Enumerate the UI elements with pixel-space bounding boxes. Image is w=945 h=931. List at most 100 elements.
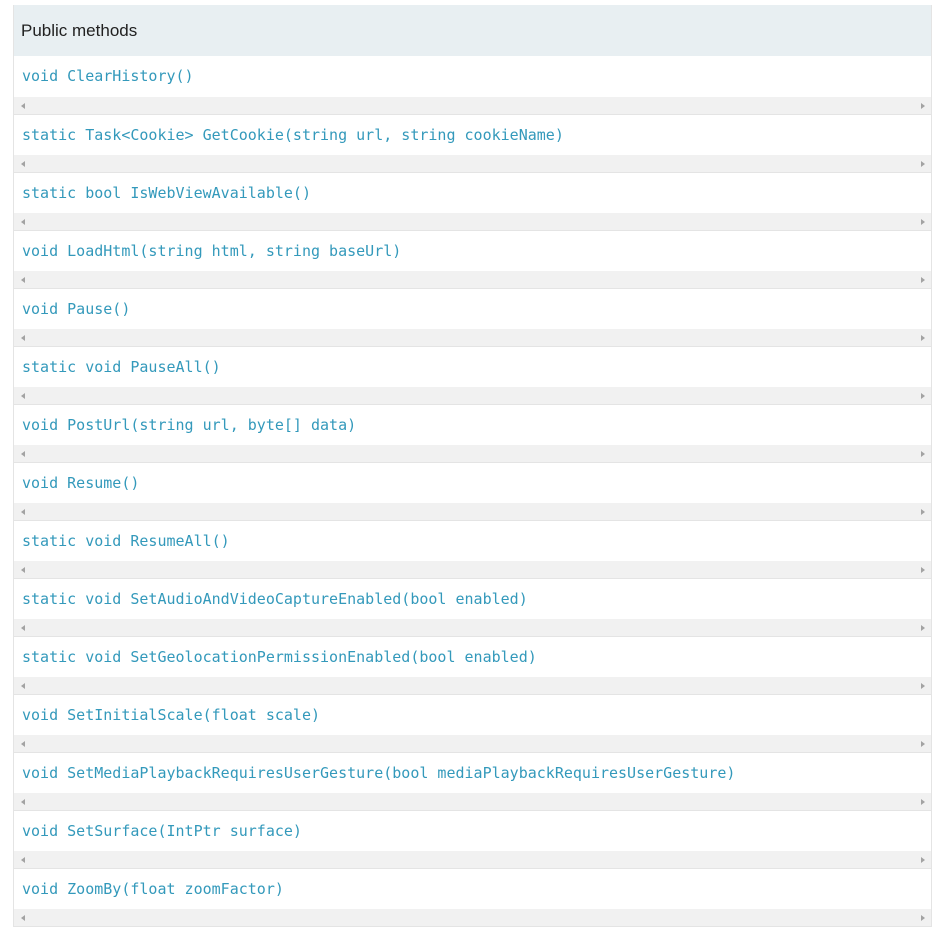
method-signature-link[interactable]: static void PauseAll(): [22, 356, 221, 378]
method-signature-link[interactable]: static bool IsWebViewAvailable(): [22, 182, 311, 204]
method-signature-link[interactable]: void SetSurface(IntPtr surface): [22, 820, 302, 842]
method-signature-link[interactable]: static void SetAudioAndVideoCaptureEnabl…: [22, 588, 528, 610]
scroll-right-button[interactable]: [914, 619, 931, 636]
arrow-left-icon: [20, 450, 25, 457]
method-row: static void PauseAll(): [14, 346, 931, 404]
arrow-right-icon: [920, 102, 925, 109]
scroll-right-button[interactable]: [914, 271, 931, 288]
scroll-right-button[interactable]: [914, 677, 931, 694]
method-signature-link[interactable]: static void SetGeolocationPermissionEnab…: [22, 646, 537, 668]
scroll-right-button[interactable]: [914, 213, 931, 230]
horizontal-scrollbar[interactable]: [14, 213, 931, 230]
scroll-left-button[interactable]: [14, 213, 31, 230]
scroll-right-button[interactable]: [914, 735, 931, 752]
arrow-right-icon: [920, 798, 925, 805]
horizontal-scrollbar[interactable]: [14, 793, 931, 810]
method-row: void ZoomBy(float zoomFactor): [14, 868, 931, 926]
method-signature-link[interactable]: void ZoomBy(float zoomFactor): [22, 878, 284, 900]
method-row: static void ResumeAll(): [14, 520, 931, 578]
method-signature-link[interactable]: void SetInitialScale(float scale): [22, 704, 320, 726]
arrow-left-icon: [20, 740, 25, 747]
method-row: void SetInitialScale(float scale): [14, 694, 931, 752]
horizontal-scrollbar[interactable]: [14, 503, 931, 520]
scroll-left-button[interactable]: [14, 909, 31, 926]
method-signature-link[interactable]: void SetMediaPlaybackRequiresUserGesture…: [22, 762, 735, 784]
method-row: void SetMediaPlaybackRequiresUserGesture…: [14, 752, 931, 810]
arrow-right-icon: [920, 856, 925, 863]
scroll-left-button[interactable]: [14, 387, 31, 404]
arrow-left-icon: [20, 102, 25, 109]
method-row: void ClearHistory(): [14, 56, 931, 114]
method-row: static void SetGeolocationPermissionEnab…: [14, 636, 931, 694]
arrow-left-icon: [20, 682, 25, 689]
horizontal-scrollbar[interactable]: [14, 329, 931, 346]
method-row: void LoadHtml(string html, string baseUr…: [14, 230, 931, 288]
scroll-right-button[interactable]: [914, 561, 931, 578]
method-signature-link[interactable]: void ClearHistory(): [22, 65, 194, 87]
arrow-right-icon: [920, 392, 925, 399]
horizontal-scrollbar[interactable]: [14, 387, 931, 404]
arrow-right-icon: [920, 624, 925, 631]
scroll-right-button[interactable]: [914, 387, 931, 404]
horizontal-scrollbar[interactable]: [14, 735, 931, 752]
horizontal-scrollbar[interactable]: [14, 909, 931, 926]
scroll-left-button[interactable]: [14, 445, 31, 462]
arrow-left-icon: [20, 334, 25, 341]
method-signature-link[interactable]: static Task<Cookie> GetCookie(string url…: [22, 124, 564, 146]
scroll-left-button[interactable]: [14, 735, 31, 752]
arrow-left-icon: [20, 392, 25, 399]
arrow-right-icon: [920, 566, 925, 573]
scroll-left-button[interactable]: [14, 677, 31, 694]
scroll-right-button[interactable]: [914, 503, 931, 520]
scroll-left-button[interactable]: [14, 851, 31, 868]
method-signature-link[interactable]: void Pause(): [22, 298, 130, 320]
methods-list: void ClearHistory() static Task<Cookie> G…: [14, 56, 931, 926]
scroll-left-button[interactable]: [14, 793, 31, 810]
scroll-right-button[interactable]: [914, 445, 931, 462]
horizontal-scrollbar[interactable]: [14, 271, 931, 288]
arrow-right-icon: [920, 334, 925, 341]
scroll-right-button[interactable]: [914, 909, 931, 926]
method-row: void Pause(): [14, 288, 931, 346]
method-signature-link[interactable]: void Resume(): [22, 472, 139, 494]
method-row: void SetSurface(IntPtr surface): [14, 810, 931, 868]
arrow-right-icon: [920, 508, 925, 515]
method-signature-link[interactable]: void PostUrl(string url, byte[] data): [22, 414, 356, 436]
scroll-left-button[interactable]: [14, 619, 31, 636]
arrow-right-icon: [920, 914, 925, 921]
horizontal-scrollbar[interactable]: [14, 155, 931, 172]
horizontal-scrollbar[interactable]: [14, 619, 931, 636]
horizontal-scrollbar[interactable]: [14, 851, 931, 868]
scroll-left-button[interactable]: [14, 329, 31, 346]
arrow-right-icon: [920, 160, 925, 167]
arrow-left-icon: [20, 798, 25, 805]
arrow-right-icon: [920, 276, 925, 283]
method-signature-link[interactable]: static void ResumeAll(): [22, 530, 230, 552]
arrow-right-icon: [920, 450, 925, 457]
arrow-left-icon: [20, 160, 25, 167]
scroll-left-button[interactable]: [14, 271, 31, 288]
scroll-left-button[interactable]: [14, 561, 31, 578]
scroll-right-button[interactable]: [914, 97, 931, 114]
scroll-right-button[interactable]: [914, 793, 931, 810]
table-header-title: Public methods: [21, 20, 138, 40]
scroll-left-button[interactable]: [14, 155, 31, 172]
scroll-left-button[interactable]: [14, 97, 31, 114]
arrow-left-icon: [20, 624, 25, 631]
arrow-left-icon: [20, 856, 25, 863]
scroll-right-button[interactable]: [914, 851, 931, 868]
horizontal-scrollbar[interactable]: [14, 445, 931, 462]
horizontal-scrollbar[interactable]: [14, 561, 931, 578]
method-row: void PostUrl(string url, byte[] data): [14, 404, 931, 462]
scroll-left-button[interactable]: [14, 503, 31, 520]
arrow-left-icon: [20, 218, 25, 225]
horizontal-scrollbar[interactable]: [14, 97, 931, 114]
method-signature-link[interactable]: void LoadHtml(string html, string baseUr…: [22, 240, 401, 262]
horizontal-scrollbar[interactable]: [14, 677, 931, 694]
public-methods-table: Public methods void ClearHistory() static…: [13, 5, 932, 927]
table-header: Public methods: [14, 5, 931, 56]
method-row: static bool IsWebViewAvailable(): [14, 172, 931, 230]
scroll-right-button[interactable]: [914, 155, 931, 172]
arrow-left-icon: [20, 508, 25, 515]
scroll-right-button[interactable]: [914, 329, 931, 346]
